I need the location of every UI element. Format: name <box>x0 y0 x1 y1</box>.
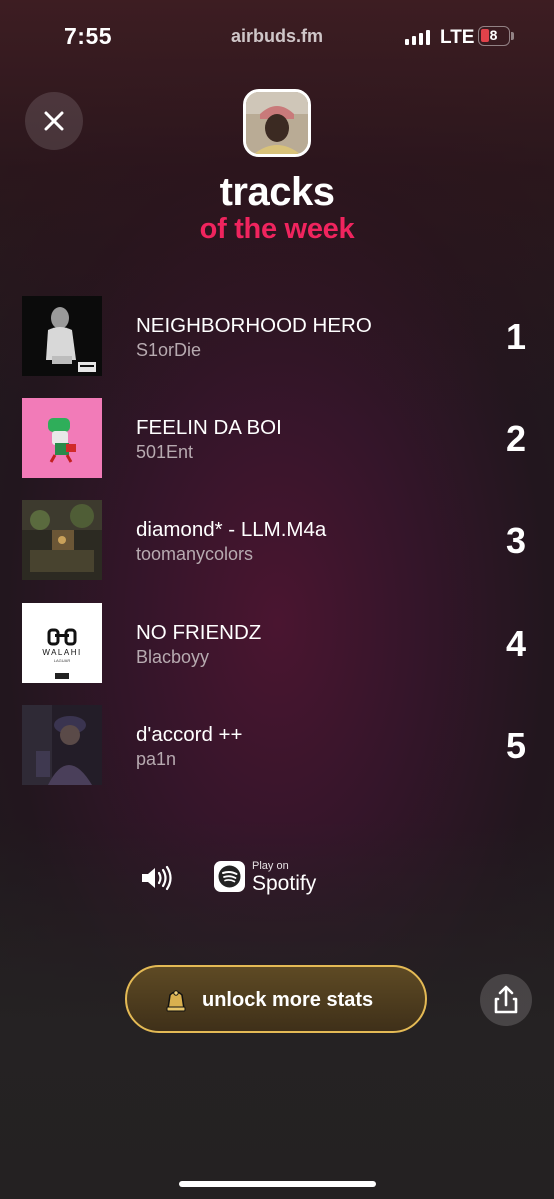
track-row[interactable]: d'accord ++ pa1n 5 <box>22 705 532 785</box>
spotify-label: Spotify <box>252 872 317 895</box>
track-artist: pa1n <box>136 749 177 769</box>
unlock-more-stats-button[interactable]: unlock more stats <box>125 965 427 1033</box>
speaker-icon <box>142 865 172 891</box>
unlock-label: unlock more stats <box>202 989 374 1011</box>
battery-level: 8 <box>489 27 498 43</box>
volume-button[interactable] <box>140 864 174 897</box>
walahi-logo-text: WALAHI <box>42 648 81 657</box>
track-artist: toomanycolors <box>136 544 254 564</box>
close-button[interactable] <box>25 92 83 150</box>
track-row[interactable]: WALAHI LAGUAR NO FRIENDZ Blacboyy 4 <box>22 603 532 683</box>
track-name: NEIGHBORHOOD HERO <box>136 314 372 337</box>
battery-nub <box>511 32 514 40</box>
album-art <box>22 398 102 478</box>
status-bar: 7:55 airbuds.fm LTE 8 <box>0 0 554 70</box>
crown-icon <box>166 990 186 1012</box>
track-name: NO FRIENDZ <box>136 621 262 644</box>
spotify-icon <box>214 861 245 892</box>
album-art <box>22 296 102 376</box>
track-artist: 501Ent <box>136 442 194 462</box>
track-row[interactable]: NEIGHBORHOOD HERO S1orDie 1 <box>22 296 532 376</box>
close-icon <box>44 111 64 131</box>
track-rank: 1 <box>505 316 526 357</box>
play-on-spotify-button[interactable]: Play on Spotify <box>214 860 334 898</box>
track-artist: Blacboyy <box>136 647 210 667</box>
share-button[interactable] <box>480 974 532 1026</box>
track-name: FEELIN DA BOI <box>136 416 282 439</box>
track-rank: 2 <box>505 418 526 459</box>
album-art: WALAHI LAGUAR <box>22 603 102 683</box>
track-rank: 4 <box>505 623 526 664</box>
track-name: diamond* - LLM.M4a <box>136 518 327 541</box>
album-art <box>22 705 102 785</box>
album-art <box>22 500 102 580</box>
play-on-label: Play on <box>252 860 289 872</box>
share-icon <box>494 985 518 1014</box>
track-row[interactable]: diamond* - LLM.M4a toomanycolors 3 <box>22 500 532 580</box>
track-rank: 3 <box>505 520 526 561</box>
battery-icon: 8 <box>478 26 510 46</box>
track-rank: 5 <box>505 725 526 766</box>
track-row[interactable]: FEELIN DA BOI 501Ent 2 <box>22 398 532 478</box>
avatar[interactable] <box>243 89 311 157</box>
track-name: d'accord ++ <box>136 723 243 746</box>
track-artist: S1orDie <box>136 340 202 360</box>
home-indicator[interactable] <box>179 1181 376 1187</box>
network-label: LTE <box>440 27 475 48</box>
page-subtitle: of the week <box>199 213 355 245</box>
page-title: tracks <box>219 170 335 214</box>
walahi-sub-text: LAGUAR <box>54 658 71 663</box>
